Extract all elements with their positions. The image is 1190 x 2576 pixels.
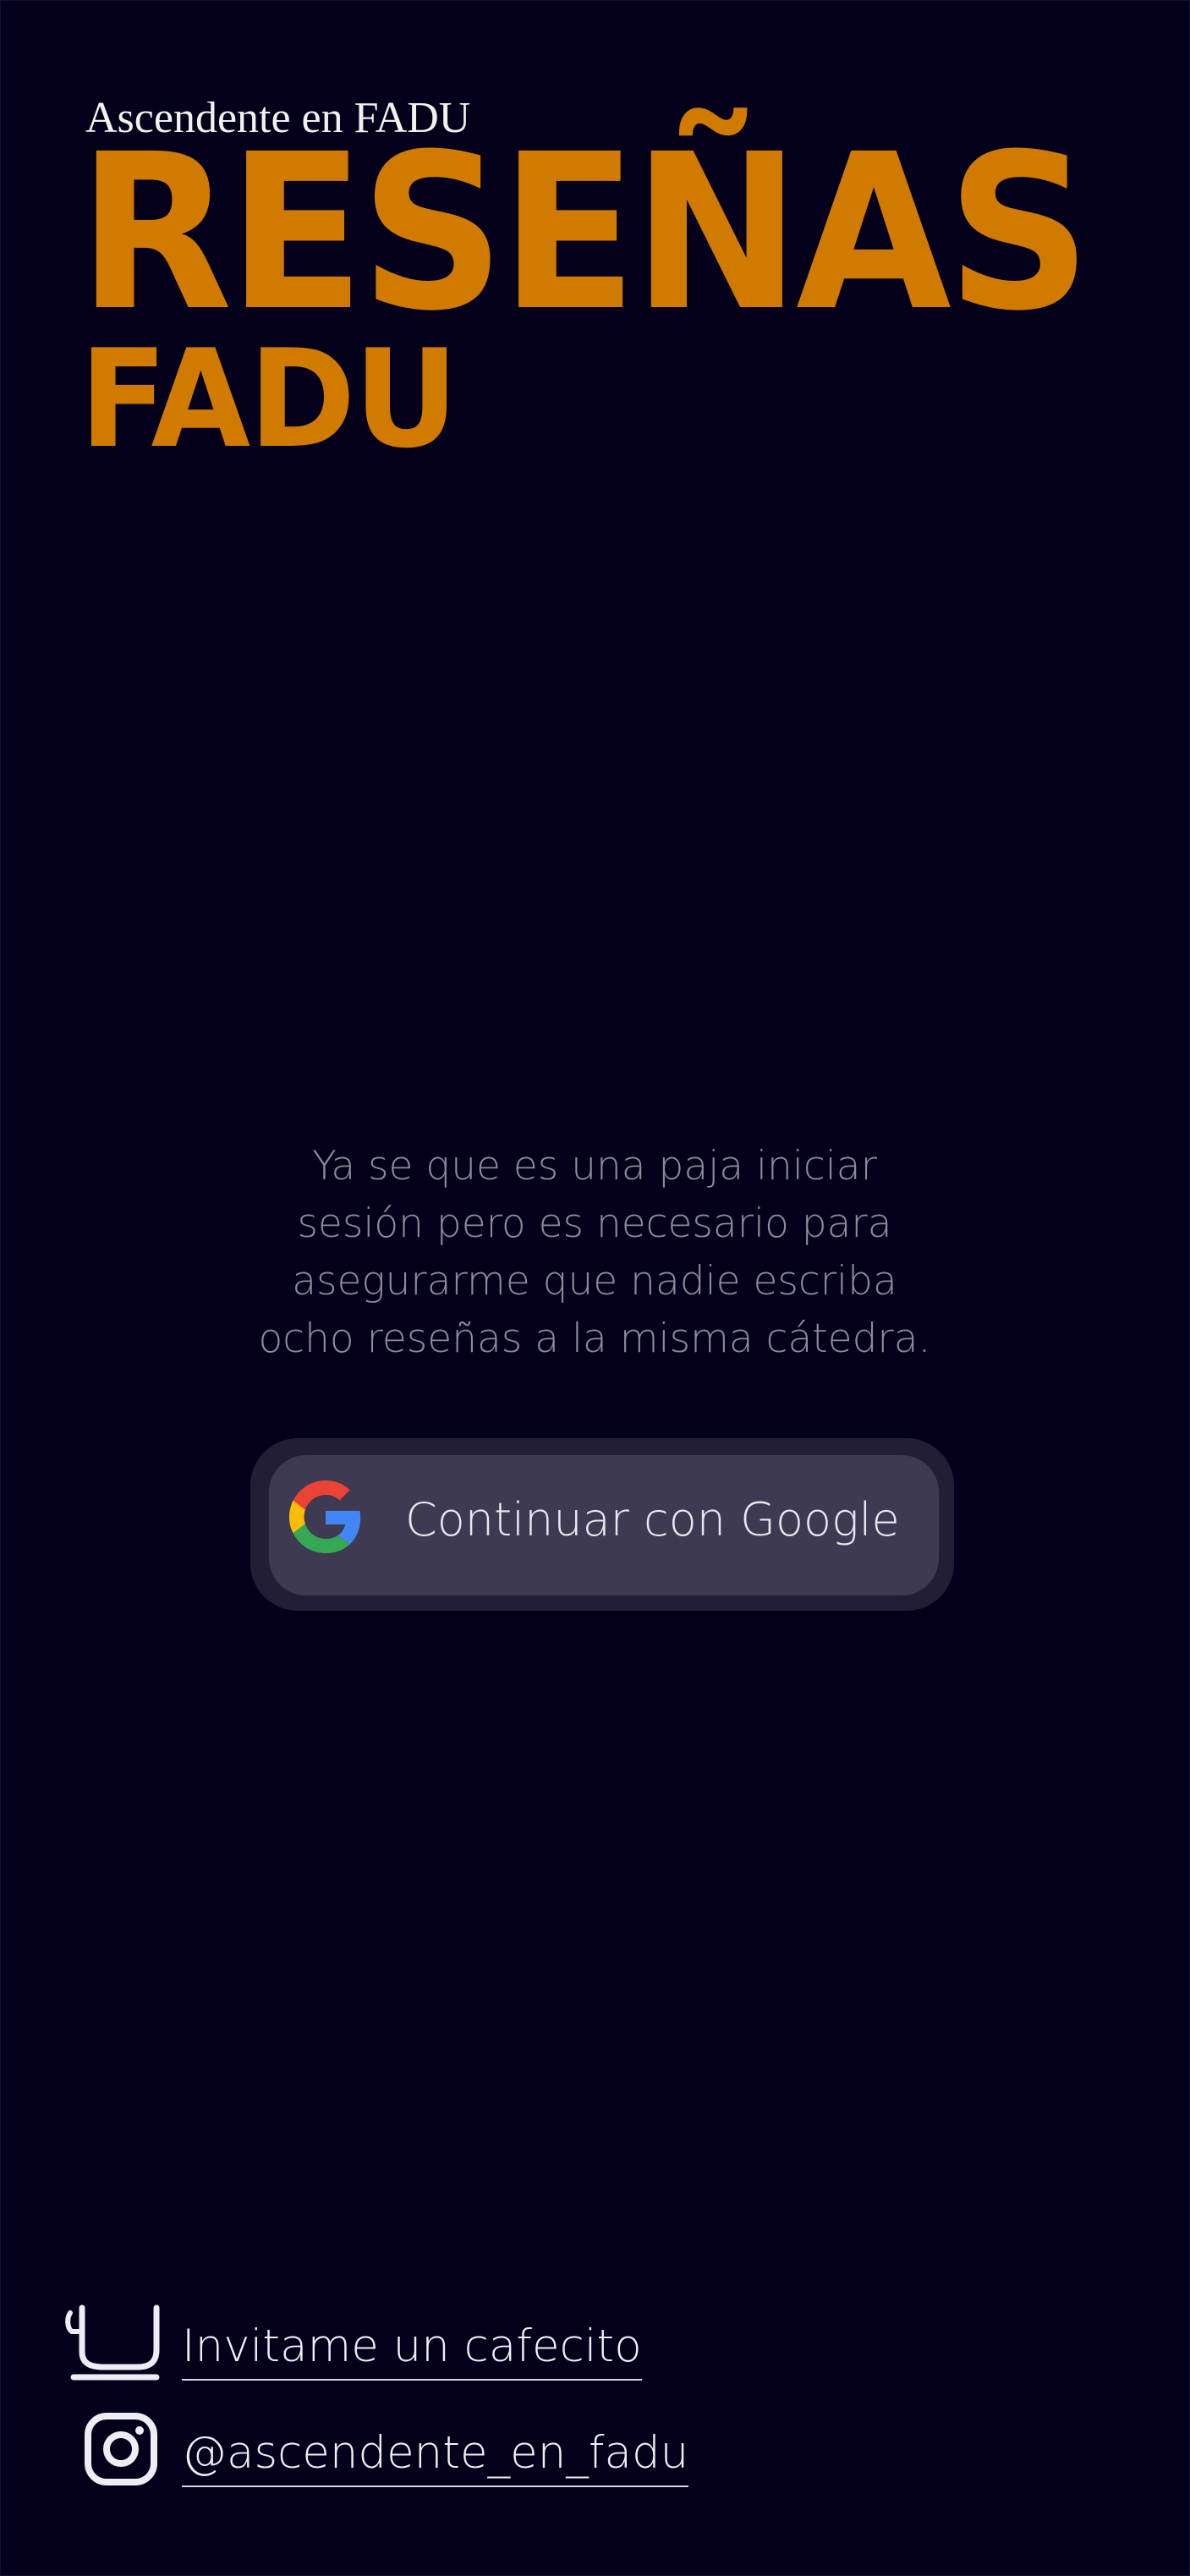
google-sign-in-button[interactable]: Continuar con Google bbox=[269, 1455, 939, 1596]
brand-title: RESEÑAS bbox=[78, 107, 1091, 358]
google-button-label: Continuar con Google bbox=[405, 1493, 900, 1546]
login-message: Ya se que es una paja iniciar sesión per… bbox=[172, 1138, 1017, 1368]
login-message-line: sesión pero es necesario para bbox=[297, 1200, 892, 1247]
login-message-line: ocho reseñas a la misma cátedra. bbox=[258, 1315, 931, 1362]
instagram-icon bbox=[85, 2413, 157, 2485]
login-message-line: asegurarme que nadie escriba bbox=[292, 1258, 897, 1304]
coffee-link-label: Invitame un cafecito bbox=[182, 2320, 642, 2381]
instagram-link[interactable]: @ascendente_en_fadu bbox=[83, 2409, 692, 2502]
coffee-link[interactable]: Invitame un cafecito bbox=[65, 2303, 642, 2387]
coffee-cup-icon bbox=[65, 2304, 160, 2381]
instagram-link-label: @ascendente_en_fadu bbox=[182, 2426, 689, 2487]
google-logo-icon bbox=[289, 1480, 361, 1553]
login-message-line: Ya se que es una paja iniciar bbox=[312, 1143, 877, 1189]
brand-title-line2: FADU bbox=[80, 320, 458, 478]
